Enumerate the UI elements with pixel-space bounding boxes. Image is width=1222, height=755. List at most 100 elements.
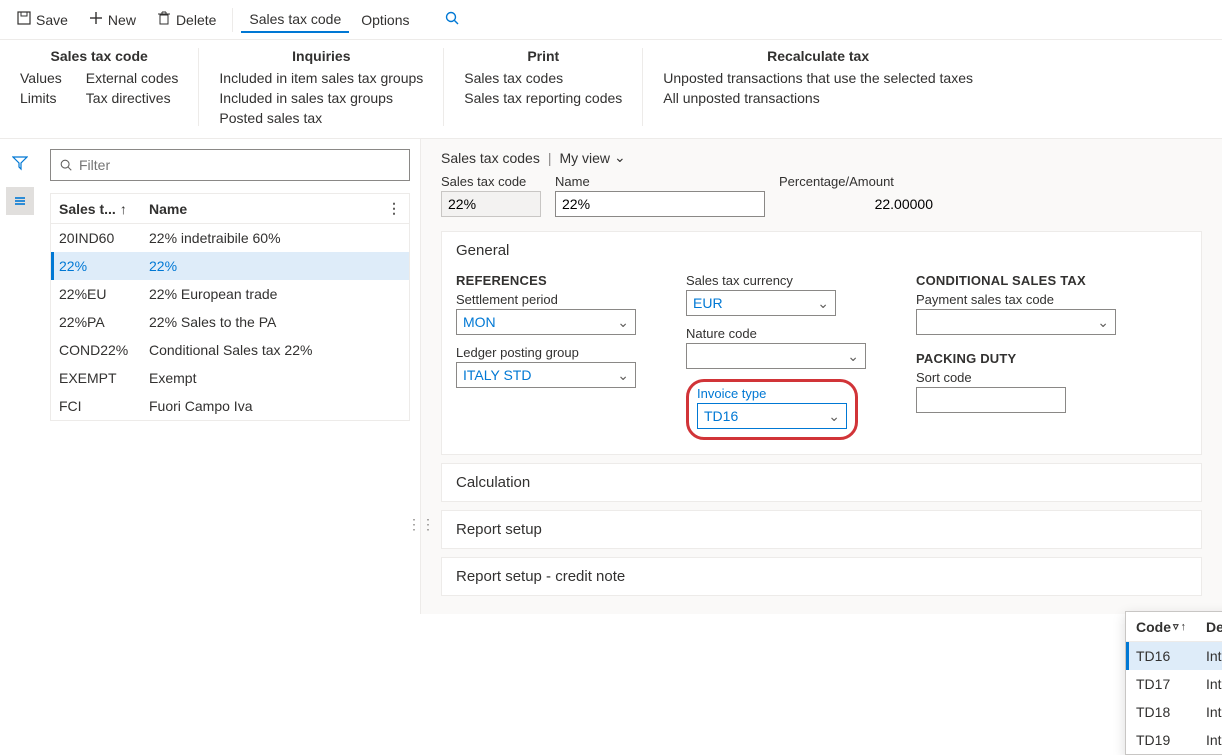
col-header-code[interactable]: Sales t... ↑ xyxy=(59,201,149,217)
chevron-down-icon: ⌄ xyxy=(614,149,626,166)
calculation-card[interactable]: Calculation xyxy=(441,463,1202,502)
filter-rail-button[interactable] xyxy=(6,149,34,177)
left-rail xyxy=(0,139,40,614)
ribbon-link-print-codes[interactable]: Sales tax codes xyxy=(464,70,622,86)
filter-box[interactable] xyxy=(50,149,410,181)
payment-select[interactable]: ⌄ xyxy=(916,309,1116,335)
ribbon-group-print: Print Sales tax codes Sales tax reportin… xyxy=(444,48,643,126)
save-label: Save xyxy=(36,12,68,28)
new-button[interactable]: New xyxy=(80,6,144,33)
dd-row[interactable]: TD18Integrazione per acquisto di beni in… xyxy=(1126,698,1222,726)
report-setup-card[interactable]: Report setup xyxy=(441,510,1202,549)
currency-select[interactable]: EUR⌄ xyxy=(686,290,836,316)
ribbon-group-recalc: Recalculate tax Unposted transactions th… xyxy=(643,48,993,126)
general-header[interactable]: General xyxy=(442,232,1201,269)
lines-rail-button[interactable] xyxy=(6,187,34,215)
top-toolbar: Save New Delete Sales tax code Options xyxy=(0,0,1222,40)
search-icon xyxy=(59,158,73,172)
invoice-type-dropdown: Code ▿ ↑ Description ⋮ TD16Integrazione … xyxy=(1125,611,1222,755)
invoice-type-label: Invoice type xyxy=(697,386,847,401)
tab-options[interactable]: Options xyxy=(353,8,417,32)
settlement-select[interactable]: MON⌄ xyxy=(456,309,636,335)
filter-input[interactable] xyxy=(79,157,401,173)
invoice-type-highlight: Invoice type TD16⌄ xyxy=(686,379,858,440)
conditional-title: CONDITIONAL SALES TAX xyxy=(916,273,1116,288)
view-selector[interactable]: My view ⌄ xyxy=(559,149,625,166)
grid-row[interactable]: 22%PA22% Sales to the PA xyxy=(51,308,409,336)
ribbon-title: Sales tax code xyxy=(20,48,178,64)
grid-row[interactable]: COND22%Conditional Sales tax 22% xyxy=(51,336,409,364)
chevron-down-icon: ⌄ xyxy=(1097,314,1109,331)
chevron-down-icon: ⌄ xyxy=(817,295,829,312)
invoice-type-select[interactable]: TD16⌄ xyxy=(697,403,847,429)
ribbon-link-values[interactable]: Values xyxy=(20,70,62,86)
pct-value xyxy=(779,191,939,217)
detail-header: Sales tax codes | My view ⌄ xyxy=(441,149,1202,166)
dd-col-desc[interactable]: Description xyxy=(1206,619,1222,635)
grid-row[interactable]: 20IND6022% indetraibile 60% xyxy=(51,224,409,252)
grid-more-button[interactable]: ⋮ xyxy=(387,200,401,217)
delete-button[interactable]: Delete xyxy=(148,6,224,33)
divider: | xyxy=(548,150,552,166)
grid-row[interactable]: 22%EU22% European trade xyxy=(51,280,409,308)
ribbon-link-unposted[interactable]: Unposted transactions that use the selec… xyxy=(663,70,973,86)
packing-title: PACKING DUTY xyxy=(916,351,1116,366)
settlement-label: Settlement period xyxy=(456,292,636,307)
ribbon-link-print-reporting[interactable]: Sales tax reporting codes xyxy=(464,90,622,106)
nature-select[interactable]: ⌄ xyxy=(686,343,866,369)
ledger-label: Ledger posting group xyxy=(456,345,636,360)
ribbon-link-posted[interactable]: Posted sales tax xyxy=(219,110,423,126)
ribbon: Sales tax code Values Limits External co… xyxy=(0,40,1222,139)
dd-row[interactable]: TD19Integrazione/autofattura per acquist… xyxy=(1126,726,1222,754)
chevron-down-icon: ⌄ xyxy=(828,408,840,425)
save-icon xyxy=(16,10,32,29)
code-label: Sales tax code xyxy=(441,174,541,189)
list-pane: Sales t... ↑ Name ⋮ 20IND6022% indetraib… xyxy=(40,139,420,614)
chevron-down-icon: ⌄ xyxy=(617,367,629,384)
ribbon-group-inquiries: Inquiries Included in item sales tax gro… xyxy=(199,48,444,126)
save-button[interactable]: Save xyxy=(8,6,76,33)
ribbon-link-tax-directives[interactable]: Tax directives xyxy=(86,90,179,106)
new-label: New xyxy=(108,12,136,28)
code-value[interactable] xyxy=(441,191,541,217)
pct-label: Percentage/Amount xyxy=(779,174,939,189)
report-credit-card[interactable]: Report setup - credit note xyxy=(441,557,1202,596)
references-title: REFERENCES xyxy=(456,273,636,288)
sort-label: Sort code xyxy=(916,370,1116,385)
ribbon-group-salestax: Sales tax code Values Limits External co… xyxy=(0,48,199,126)
general-card: General REFERENCES Settlement period MON… xyxy=(441,231,1202,455)
ribbon-link-all-unposted[interactable]: All unposted transactions xyxy=(663,90,973,106)
trash-icon xyxy=(156,10,172,29)
sort-asc-icon: ↑ xyxy=(120,201,127,217)
page-title: Sales tax codes xyxy=(441,150,540,166)
plus-icon xyxy=(88,10,104,29)
search-button[interactable] xyxy=(436,6,468,33)
grid-row[interactable]: EXEMPTExempt xyxy=(51,364,409,392)
main-area: Sales t... ↑ Name ⋮ 20IND6022% indetraib… xyxy=(0,139,1222,614)
grid-row[interactable]: 22%22% xyxy=(51,252,409,280)
detail-pane: ⋮⋮ Sales tax codes | My view ⌄ Sales tax… xyxy=(420,139,1222,614)
name-value[interactable] xyxy=(555,191,765,217)
filter-icon: ▿ xyxy=(1173,620,1179,633)
dd-row[interactable]: TD17Integrazione/autofattura per acquist… xyxy=(1126,670,1222,698)
grid-row[interactable]: FCIFuori Campo Iva xyxy=(51,392,409,420)
ribbon-link-limits[interactable]: Limits xyxy=(20,90,62,106)
lines-icon xyxy=(12,193,28,209)
sort-select[interactable] xyxy=(916,387,1066,413)
dd-row[interactable]: TD16Integrazione fattura reverse charge … xyxy=(1126,642,1222,670)
nature-label: Nature code xyxy=(686,326,866,341)
ledger-select[interactable]: ITALY STD⌄ xyxy=(456,362,636,388)
tab-sales-tax-code[interactable]: Sales tax code xyxy=(241,7,349,33)
splitter-handle[interactable]: ⋮⋮ xyxy=(415,509,427,539)
delete-label: Delete xyxy=(176,12,216,28)
ribbon-link-included-groups[interactable]: Included in sales tax groups xyxy=(219,90,423,106)
ribbon-link-external-codes[interactable]: External codes xyxy=(86,70,179,86)
funnel-icon xyxy=(12,155,28,171)
ribbon-link-included-item[interactable]: Included in item sales tax groups xyxy=(219,70,423,86)
chevron-down-icon: ⌄ xyxy=(617,314,629,331)
col-header-name[interactable]: Name xyxy=(149,201,387,217)
header-fields: Sales tax code Name Percentage/Amount xyxy=(441,174,1202,217)
dd-col-code[interactable]: Code ▿ ↑ xyxy=(1136,619,1206,635)
name-label: Name xyxy=(555,174,765,189)
sort-asc-icon: ↑ xyxy=(1181,621,1187,633)
